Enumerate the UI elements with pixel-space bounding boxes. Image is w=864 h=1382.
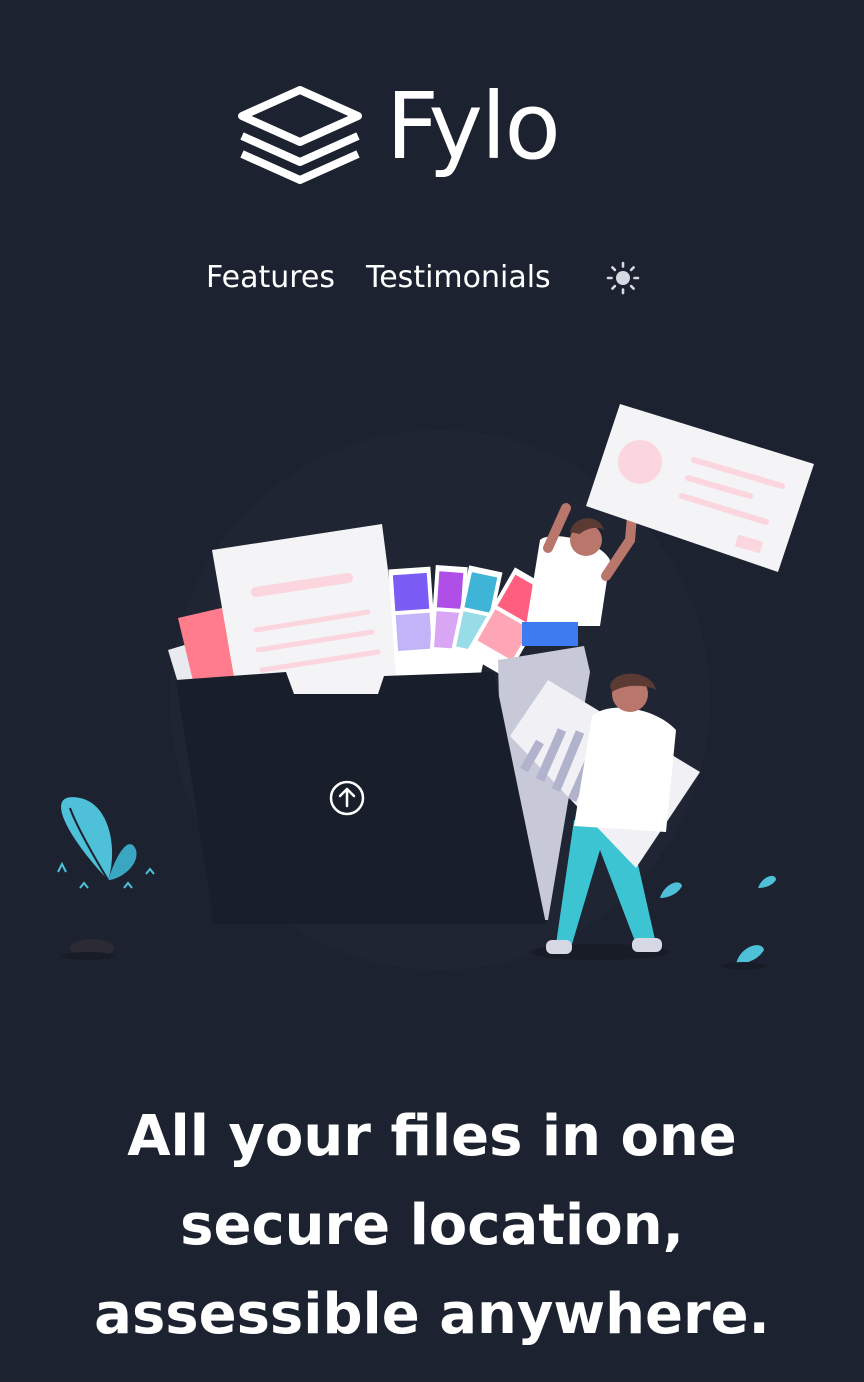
nav-link-testimonials[interactable]: Testimonials [366,258,551,298]
brand-name: Fylo [386,73,561,180]
hero-illustration [57,404,814,970]
folder [176,672,546,924]
sun-icon[interactable] [606,261,640,295]
nav-link-features[interactable]: Features [206,258,335,298]
leaves-right [660,875,776,970]
stacked-layers-icon [238,86,362,184]
brand-logo[interactable]: Fylo [238,73,618,188]
main-nav: Features Testimonials [0,258,864,298]
plant-left [57,797,155,960]
landing-page: Fylo Features Testimonials All your file… [0,0,864,1382]
hero-headline: All your files in one secure location, a… [94,1104,770,1347]
